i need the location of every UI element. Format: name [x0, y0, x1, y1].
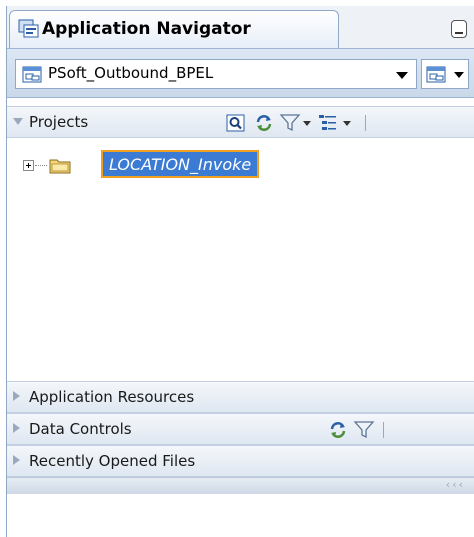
- expand-triangle-icon[interactable]: [13, 391, 20, 401]
- chevron-down-icon: [454, 72, 464, 78]
- data-controls-section-header[interactable]: Data Controls: [7, 413, 474, 445]
- dropdown-arrow-icon[interactable]: [396, 72, 408, 79]
- recently-opened-files-section-header[interactable]: Recently Opened Files: [7, 445, 474, 477]
- scroll-handle-glyph[interactable]: ‹‹‹: [446, 478, 465, 491]
- minimize-button[interactable]: [451, 20, 467, 38]
- toolbar-separator: [365, 115, 366, 131]
- panel-footer-scrollbar[interactable]: ‹‹‹: [7, 477, 474, 494]
- tab-title: Application Navigator: [42, 19, 251, 39]
- section-label: Application Resources: [29, 388, 195, 406]
- application-navigator-panel: Application Navigator PSoft_Outbound_BPE…: [6, 6, 474, 537]
- application-dropdown[interactable]: PSoft_Outbound_BPEL: [15, 59, 417, 89]
- collapse-triangle-icon[interactable]: [13, 118, 23, 125]
- tree-connector: [35, 165, 47, 166]
- projects-label: Projects: [29, 113, 89, 131]
- application-menu-button[interactable]: [421, 59, 469, 89]
- tree-options-icon[interactable]: [317, 112, 339, 134]
- application-selector-bar: PSoft_Outbound_BPEL: [7, 49, 474, 98]
- refresh-icon[interactable]: [253, 112, 275, 134]
- application-icon: [22, 66, 42, 83]
- options-dropdown-arrow-icon[interactable]: [343, 121, 351, 126]
- projects-tree: LOCATION_Invoke: [7, 139, 474, 381]
- search-icon[interactable]: [225, 112, 247, 134]
- app-navigator-icon: [18, 19, 39, 38]
- expand-icon[interactable]: [23, 160, 34, 171]
- tree-node-label[interactable]: LOCATION_Invoke: [101, 150, 260, 178]
- toolbar-separator: [383, 422, 384, 438]
- section-label: Recently Opened Files: [29, 452, 196, 470]
- refresh-icon[interactable]: [327, 419, 349, 441]
- projects-section-header[interactable]: Projects: [7, 106, 474, 138]
- tab-application-navigator[interactable]: Application Navigator: [9, 10, 339, 48]
- filter-icon[interactable]: [353, 419, 375, 441]
- tab-bar: Application Navigator: [7, 6, 474, 49]
- expand-triangle-icon[interactable]: [13, 423, 20, 433]
- folder-icon: [49, 159, 71, 174]
- application-dropdown-value: PSoft_Outbound_BPEL: [48, 64, 214, 82]
- expand-triangle-icon[interactable]: [13, 455, 20, 465]
- filter-dropdown-arrow-icon[interactable]: [303, 121, 311, 126]
- filter-icon[interactable]: [279, 112, 301, 134]
- application-resources-section-header[interactable]: Application Resources: [7, 381, 474, 413]
- application-menu-icon: [426, 66, 446, 83]
- section-label: Data Controls: [29, 420, 132, 438]
